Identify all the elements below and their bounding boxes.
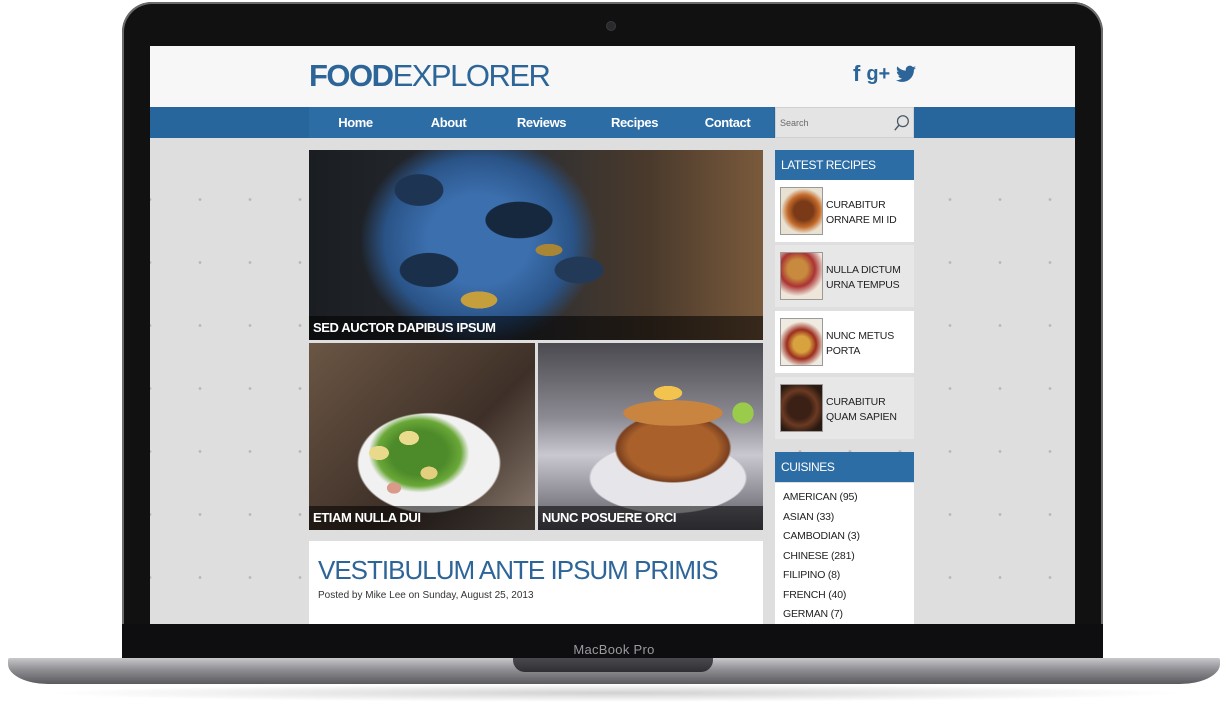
camera-icon	[607, 22, 615, 30]
recipe-item[interactable]: CURABITUR QUAM SAPIEN	[775, 377, 914, 439]
cuisine-link[interactable]: CHINESE (281)	[783, 550, 855, 562]
recipe-title: CURABITUR QUAM SAPIEN	[826, 396, 897, 423]
recipe-item[interactable]: CURABITUR ORNARE MI ID	[775, 180, 914, 242]
cuisine-link[interactable]: GERMAN (7)	[783, 608, 843, 620]
article-card: VESTIBULUM ANTE IPSUM PRIMIS Posted by M…	[309, 541, 763, 624]
featured-left-caption: ETIAM NULLA DUI	[309, 506, 535, 530]
nav-item-about[interactable]: About	[402, 107, 495, 138]
screen: FOODEXPLORER f g+ Home About Reviews Rec…	[150, 46, 1075, 624]
recipe-item[interactable]: NUNC METUS PORTA	[775, 311, 914, 373]
site-header: FOODEXPLORER f g+	[150, 46, 1075, 107]
nav-item-recipes[interactable]: Recipes	[588, 107, 681, 138]
search-input[interactable]	[780, 114, 890, 132]
article-meta: Posted by Mike Lee on Sunday, August 25,…	[318, 590, 534, 601]
featured-right-tile[interactable]: NUNC POSUERE ORCI	[538, 343, 763, 530]
nav-bar: Home About Reviews Recipes Contact	[150, 107, 1075, 138]
featured-main-caption: SED AUCTOR DAPIBUS IPSUM	[309, 316, 763, 340]
cuisine-link[interactable]: FILIPINO (8)	[783, 569, 840, 581]
nav-item-contact[interactable]: Contact	[681, 107, 774, 138]
search-icon[interactable]	[893, 114, 911, 132]
cuisine-link[interactable]: FRENCH (40)	[783, 589, 846, 601]
recipe-thumbnail	[780, 318, 823, 366]
social-links: f g+	[853, 61, 917, 87]
cuisines-heading: CUISINES	[775, 452, 914, 482]
laptop-shadow	[40, 684, 1188, 702]
cuisines-list: AMERICAN (95) ASIAN (33) CAMBODIAN (3) C…	[775, 483, 914, 624]
recipe-title: NULLA DICTUM URNA TEMPUS	[826, 264, 901, 291]
laptop-notch	[513, 658, 713, 672]
featured-left-tile[interactable]: ETIAM NULLA DUI	[309, 343, 535, 530]
facebook-icon[interactable]: f	[853, 61, 860, 87]
nav-item-home[interactable]: Home	[309, 107, 402, 138]
recipe-title: CURABITUR ORNARE MI ID	[826, 199, 897, 226]
recipe-thumbnail	[780, 252, 823, 300]
logo-bold-text: FOOD	[309, 58, 394, 93]
search-box	[775, 107, 914, 138]
cuisine-link[interactable]: CAMBODIAN (3)	[783, 530, 860, 542]
site-logo[interactable]: FOODEXPLORER	[309, 58, 551, 94]
recipe-item[interactable]: NULLA DICTUM URNA TEMPUS	[775, 245, 914, 307]
latest-recipes-heading: LATEST RECIPES	[775, 150, 914, 180]
cuisine-link[interactable]: AMERICAN (95)	[783, 491, 858, 503]
recipe-title: NUNC METUS PORTA	[826, 330, 894, 357]
device-label: MacBook Pro	[573, 642, 655, 657]
featured-right-caption: NUNC POSUERE ORCI	[538, 506, 763, 530]
recipe-thumbnail	[780, 187, 823, 235]
twitter-icon[interactable]	[896, 65, 917, 83]
logo-thin-text: EXPLORER	[392, 58, 551, 93]
main-nav: Home About Reviews Recipes Contact	[309, 107, 774, 138]
featured-main-tile[interactable]: SED AUCTOR DAPIBUS IPSUM	[309, 150, 763, 340]
nav-item-reviews[interactable]: Reviews	[495, 107, 588, 138]
recipe-thumbnail	[780, 384, 823, 432]
cuisine-link[interactable]: ASIAN (33)	[783, 511, 834, 523]
article-title[interactable]: VESTIBULUM ANTE IPSUM PRIMIS	[318, 555, 719, 586]
google-plus-icon[interactable]: g+	[866, 63, 890, 86]
